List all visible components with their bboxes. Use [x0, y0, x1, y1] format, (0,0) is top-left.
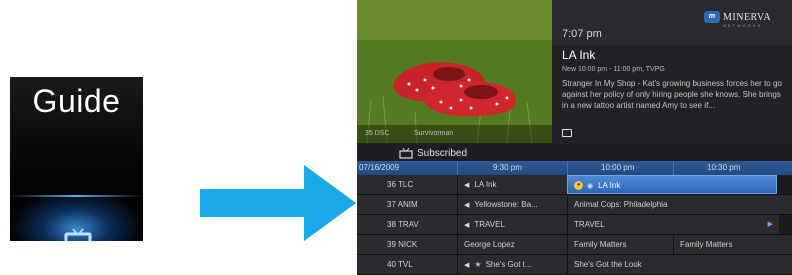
channel-label[interactable]: 39 NICK — [357, 235, 457, 254]
subscribed-filter[interactable]: Subscribed — [357, 143, 792, 161]
clock: 7:07 pm — [562, 28, 602, 40]
program-cell[interactable]: Family Matters — [567, 235, 673, 254]
guide-title: Guide — [32, 83, 121, 119]
channel-label[interactable]: 36 TLC — [357, 175, 457, 194]
brand-logo: m MINERVA — [704, 10, 771, 24]
program-cell[interactable]: ◀ ★ She's Got t... — [457, 255, 567, 274]
guide-menu-tile[interactable]: Guide — [10, 77, 143, 241]
table-row: 40 TVL ◀ ★ She's Got t... She's Got the Lo… — [357, 255, 792, 275]
program-cell[interactable]: ◀ Yellowstone: Ba... — [457, 195, 567, 214]
program-info-panel: 7:07 pm m MINERVA NETWORKS LA Ink New 10… — [552, 0, 792, 143]
tv-icon — [399, 148, 413, 159]
channel-label[interactable]: 38 TRAV — [357, 215, 457, 234]
timebar-divider — [673, 161, 674, 175]
reminder-icon: ◕ — [574, 181, 583, 191]
program-cell-selected[interactable]: ◕ ◉ LA Ink — [567, 175, 777, 194]
program-cell[interactable]: George Lopez — [457, 235, 567, 254]
tv-guide-screen: 35 DSC Survivorman 7:07 pm m MINERVA NET… — [357, 0, 792, 275]
arrow-right-icon — [200, 165, 356, 241]
tv-icon — [64, 228, 92, 241]
shoes-illustration — [357, 0, 552, 143]
preview-image: 35 DSC Survivorman — [357, 0, 552, 143]
timebar-slot-3: 10:30 pm — [707, 163, 741, 172]
closed-caption-icon — [562, 129, 572, 137]
brand-name: MINERVA — [723, 11, 772, 23]
caret-left-icon: ◀ — [464, 222, 470, 229]
program-meta: New 10:00 pm - 11:00 pm, TVPG — [562, 66, 665, 73]
subscribed-label: Subscribed — [417, 148, 468, 159]
program-cell[interactable]: ◀ TRAVEL — [457, 215, 567, 234]
preview-channel: 35 DSC — [365, 130, 390, 137]
brand-badge: m — [704, 11, 720, 23]
table-row: 36 TLC ◀ LA Ink ◕ ◉ LA Ink — [357, 175, 792, 195]
table-row: 38 TRAV ◀ TRAVEL TRAVEL ▶ — [357, 215, 792, 235]
preview-caption: 35 DSC Survivorman — [357, 125, 552, 143]
program-title: LA Ink — [562, 48, 596, 62]
program-grid: 36 TLC ◀ LA Ink ◕ ◉ LA Ink 37 ANIM ◀ Yellows… — [357, 175, 792, 275]
timebar-date: 07/16/2009 — [359, 163, 400, 172]
brand-subtitle: NETWORKS — [723, 23, 763, 28]
star-icon: ★ — [474, 260, 482, 269]
caret-left-icon: ◀ — [464, 262, 470, 269]
caret-left-icon: ◀ — [464, 202, 470, 209]
channel-label[interactable]: 37 ANIM — [357, 195, 457, 214]
record-icon: ◉ — [587, 183, 594, 190]
timebar-slot-2: 10:00 pm — [601, 163, 635, 172]
program-cell[interactable]: TRAVEL ▶ — [567, 215, 779, 234]
channel-label[interactable]: 40 TVL — [357, 255, 457, 274]
table-row: 39 NICK George Lopez Family Matters Fami… — [357, 235, 792, 255]
table-row: 37 ANIM ◀ Yellowstone: Ba... Animal Cops:… — [357, 195, 792, 215]
program-cell[interactable]: Family Matters — [673, 235, 792, 254]
caret-left-icon: ◀ — [464, 182, 470, 189]
timebar-divider — [457, 161, 458, 175]
program-cell[interactable]: ◀ LA Ink — [457, 175, 567, 194]
caret-right-icon: ▶ — [767, 221, 773, 228]
program-cell[interactable]: Animal Cops: Philadelphia — [567, 195, 792, 214]
timebar-divider — [567, 161, 568, 175]
program-cell[interactable]: She's Got the Look — [567, 255, 792, 274]
timebar: 07/16/2009 9:30 pm 10:00 pm 10:30 pm — [357, 161, 792, 175]
timebar-slot-1: 9:30 pm — [493, 163, 522, 172]
preview-show-name: Survivorman — [414, 130, 454, 137]
program-description: Stranger In My Shop - Kat's growing busi… — [562, 79, 782, 110]
